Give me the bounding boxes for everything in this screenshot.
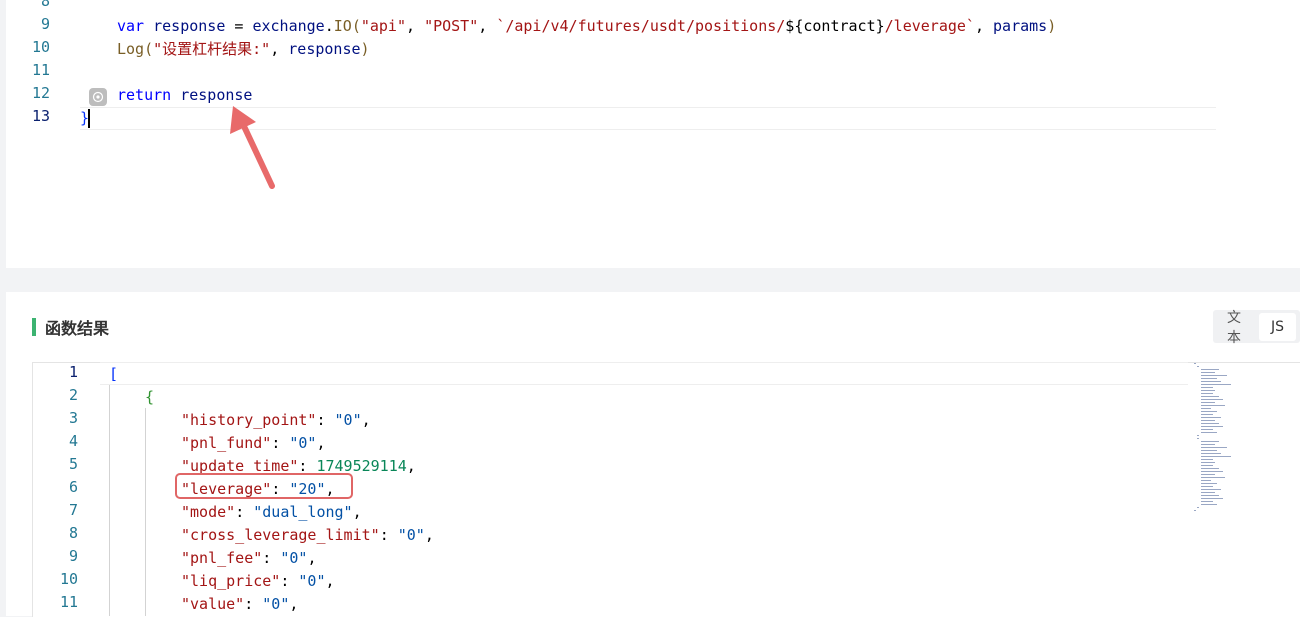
code-line-10[interactable]: Log("设置杠杆结果:", response) xyxy=(117,38,370,61)
text-cursor xyxy=(88,109,90,128)
annotation-arrow xyxy=(230,106,275,189)
code-line-9[interactable]: var response = exchange.IO("api", "POST"… xyxy=(117,15,1056,38)
json-line-7: "mode": "dual_long", xyxy=(181,503,362,521)
minimap[interactable] xyxy=(1193,362,1233,517)
section-title-text: 函数结果 xyxy=(45,319,110,338)
json-line-2: { xyxy=(145,388,155,406)
line-number: 9 xyxy=(40,15,50,33)
line-number: 8 xyxy=(68,524,78,542)
line-number: 12 xyxy=(31,84,50,102)
json-line-10: "liq_price": "0", xyxy=(181,572,335,590)
line-number: 2 xyxy=(68,386,78,404)
ai-assist-icon[interactable] xyxy=(89,88,107,106)
json-line-9: "pnl_fee": "0", xyxy=(181,549,317,567)
line-number: 11 xyxy=(59,593,78,611)
current-line-highlight xyxy=(100,362,1188,385)
line-number: 11 xyxy=(31,61,50,79)
line-number-active: 13 xyxy=(31,107,50,125)
line-number: 10 xyxy=(31,38,50,56)
annotation-highlight-box xyxy=(175,473,353,499)
tab-text[interactable]: 文本 xyxy=(1217,301,1259,353)
section-title: 函数结果 xyxy=(32,315,109,339)
line-number: 8 xyxy=(40,0,50,10)
json-line-4: "pnl_fund": "0", xyxy=(181,434,326,452)
json-line-11: "value": "0", xyxy=(181,595,299,613)
tab-json[interactable]: JS xyxy=(1258,312,1296,341)
line-number: 7 xyxy=(68,501,78,519)
line-number: 3 xyxy=(68,409,78,427)
line-number: 10 xyxy=(59,570,78,588)
indent-guide xyxy=(145,408,146,616)
json-line-8: "cross_leverage_limit": "0", xyxy=(181,526,434,544)
json-line-1: [ xyxy=(109,365,119,383)
view-mode-tabs: 文本 JS xyxy=(1213,310,1300,346)
section-accent-bar xyxy=(32,318,36,336)
json-line-3: "history_point": "0", xyxy=(181,411,371,429)
line-number: 6 xyxy=(68,478,78,496)
line-number: 4 xyxy=(68,432,78,450)
line-number: 5 xyxy=(68,455,78,473)
indent-guide xyxy=(109,385,110,616)
line-number: 9 xyxy=(68,547,78,565)
line-number-active: 1 xyxy=(68,363,78,381)
